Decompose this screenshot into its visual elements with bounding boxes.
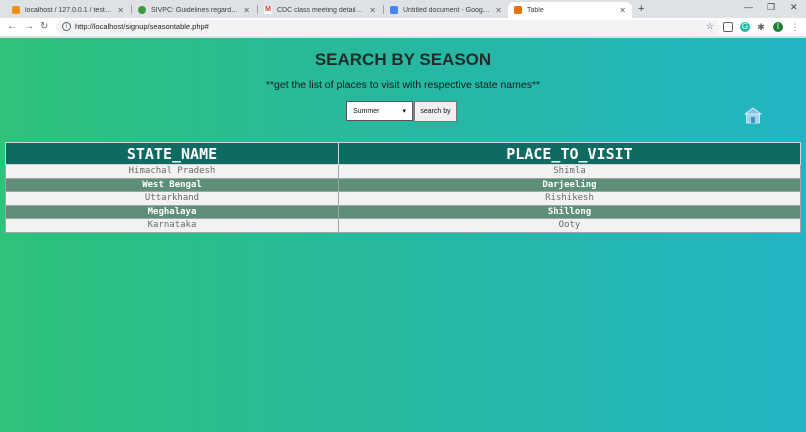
table-row: Uttarkhand Rishikesh (5, 191, 801, 206)
profile-avatar[interactable]: I (773, 22, 783, 32)
phpmyadmin-icon (12, 6, 20, 14)
column-header-state-name: STATE_NAME (5, 142, 339, 165)
back-icon[interactable]: ← (7, 21, 17, 32)
docs-icon (390, 6, 398, 14)
info-icon[interactable]: i (62, 22, 71, 31)
leaf-icon (138, 6, 146, 14)
table-header-row: STATE_NAME PLACE_TO_VISIT (5, 142, 801, 165)
table-row: Meghalaya Shillong (5, 204, 801, 219)
address-bar[interactable]: i http://localhost/signup/seasontable.ph… (56, 20, 720, 35)
page-body: SEARCH BY SEASON **get the list of place… (0, 38, 806, 432)
tab-google-docs[interactable]: Untitled document - Google Do ✕ (384, 2, 508, 18)
home-icon[interactable] (744, 107, 762, 124)
season-search-form: Summer ▾ search by (346, 101, 457, 122)
table-row: Karnataka Ooty (5, 218, 801, 233)
menu-kebab-icon[interactable]: ⋮ (790, 22, 800, 32)
page-subtitle: **get the list of places to visit with r… (265, 79, 541, 91)
place-cell: Darjeeling (338, 177, 801, 192)
close-icon[interactable]: ✕ (117, 6, 124, 15)
url-text[interactable]: http://localhost/signup/seasontable.php# (75, 22, 209, 31)
close-window-icon[interactable]: ✕ (790, 2, 798, 13)
search-by-button[interactable]: search by (414, 101, 457, 122)
place-cell: Shimla (338, 164, 801, 179)
media-icon[interactable] (723, 22, 733, 32)
close-icon[interactable]: ✕ (495, 6, 502, 15)
gmail-icon: M (264, 6, 272, 14)
new-tab-button[interactable]: + (638, 3, 644, 15)
tab-phpmyadmin[interactable]: localhost / 127.0.0.1 / test1 / sign ✕ (6, 2, 130, 18)
state-name-cell: Karnataka (5, 218, 339, 233)
chevron-down-icon: ▾ (402, 108, 406, 115)
place-cell: Rishikesh (338, 191, 801, 206)
state-name-cell: Himachal Pradesh (5, 164, 339, 179)
extensions-icon[interactable]: ✱ (756, 22, 766, 32)
season-select[interactable]: Summer ▾ (346, 101, 413, 121)
tab-table[interactable]: Table ✕ (508, 2, 632, 18)
state-name-cell: Uttarkhand (5, 191, 339, 206)
html-icon (514, 6, 522, 14)
grammarly-icon[interactable]: G (740, 22, 750, 32)
close-icon[interactable]: ✕ (369, 6, 376, 15)
tab-strip: localhost / 127.0.0.1 / test1 / sign ✕ S… (0, 0, 806, 18)
bookmark-star-icon[interactable]: ☆ (706, 21, 714, 32)
restore-icon[interactable]: ❐ (767, 2, 775, 13)
state-name-cell: Meghalaya (5, 204, 339, 219)
reload-icon[interactable]: ↻ (40, 21, 48, 32)
page-title: SEARCH BY SEASON (314, 50, 492, 69)
place-cell: Ooty (338, 218, 801, 233)
tab-gmail[interactable]: M CDC class meeting details 22-Ap ✕ (258, 2, 382, 18)
state-name-cell: West Bengal (5, 177, 339, 192)
close-icon[interactable]: ✕ (243, 6, 250, 15)
table-row: Himachal Pradesh Shimla (5, 164, 801, 179)
forward-icon[interactable]: → (24, 21, 34, 32)
season-places-table: STATE_NAME PLACE_TO_VISIT Himachal Prade… (5, 142, 801, 233)
column-header-place-to-visit: PLACE_TO_VISIT (338, 142, 801, 165)
browser-toolbar: ← → ↻ i http://localhost/signup/seasonta… (0, 18, 806, 37)
table-row: West Bengal Darjeeling (5, 177, 801, 192)
place-cell: Shillong (338, 204, 801, 219)
tab-sivpc[interactable]: SIVPC: Guidelines regarding proj ✕ (132, 2, 256, 18)
minimize-icon[interactable]: — (744, 2, 753, 12)
close-icon[interactable]: ✕ (619, 6, 626, 15)
